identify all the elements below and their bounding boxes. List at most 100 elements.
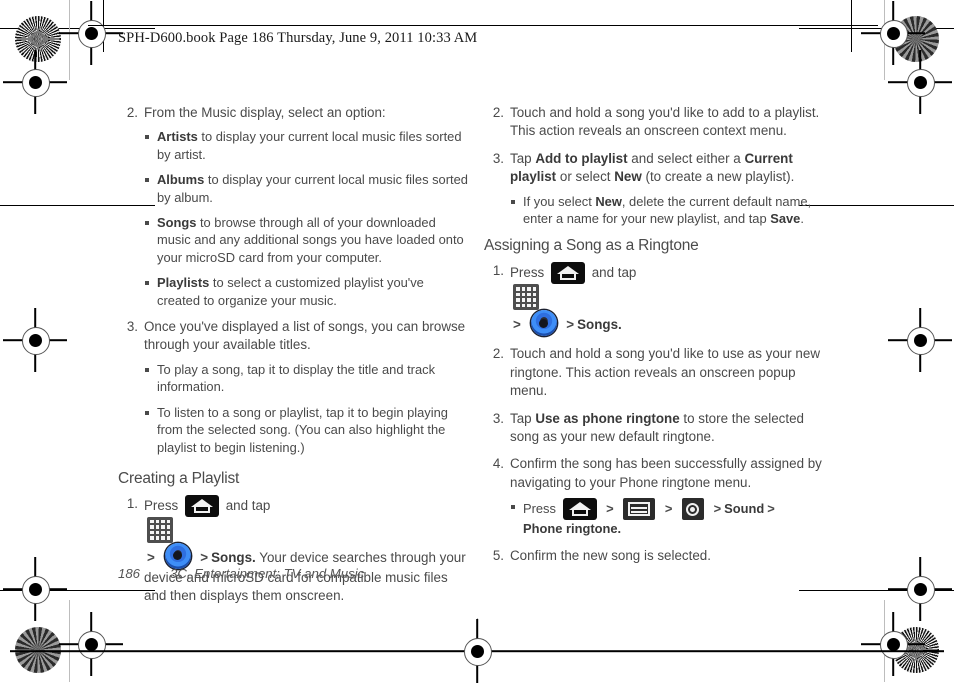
list-item: Songs to browse through all of your down… <box>144 214 470 266</box>
option-label-playlists: Playlists <box>157 275 210 291</box>
option-label-artists: Artists <box>157 129 198 145</box>
list-item: 4. Confirm the song has been successfull… <box>484 455 836 537</box>
left-step-list: 2. From the Music display, select an opt… <box>118 104 470 456</box>
apps-grid-icon <box>513 284 539 311</box>
registration-mark-top-left-inner <box>59 1 123 65</box>
step-number: 2. <box>492 105 504 120</box>
press-label: Press <box>144 497 179 513</box>
menu-label-sound: Sound <box>724 501 765 517</box>
step-text: Confirm the song has been successfully a… <box>510 456 822 490</box>
settings-icon <box>681 498 704 521</box>
step-number: 3. <box>492 410 504 426</box>
step-number: 1. <box>126 495 138 511</box>
left-column: 2. From the Music display, select an opt… <box>118 104 470 615</box>
list-item: 2. Touch and hold a song you'd like to a… <box>484 104 836 141</box>
registration-mark-bottom-right-inner <box>861 612 925 676</box>
menu-label-phone-ringtone: Phone ringtone. <box>523 521 622 537</box>
step-text: (to create a new playlist). <box>641 169 795 185</box>
step-number: 5. <box>492 547 504 563</box>
list-item: 3. Once you've displayed a list of songs… <box>118 318 470 456</box>
list-item: 2. From the Music display, select an opt… <box>118 104 470 309</box>
menu-label-save: Save <box>770 211 801 227</box>
list-item: 3. Tap Add to playlist and select either… <box>484 150 836 228</box>
list-item: To play a song, tap it to display the ti… <box>144 361 470 396</box>
registration-mark-bottom-right-outer <box>888 557 952 621</box>
step-text: and select either a <box>627 150 745 166</box>
tip-bullet-list: To play a song, tap it to display the ti… <box>144 361 470 456</box>
menu-label-songs: Songs. <box>211 549 256 565</box>
registration-mark-bottom-center <box>10 619 944 683</box>
apps-grid-icon <box>147 516 173 543</box>
step-text: Tap <box>510 150 536 166</box>
right-step-list: 2. Touch and hold a song you'd like to a… <box>484 104 836 227</box>
list-item: 1. Press and tap > > Songs. <box>484 262 836 337</box>
step-text: From the Music display, select an option… <box>144 105 386 120</box>
and-tap-label: and tap <box>225 497 271 513</box>
list-item: 3. Tap Use as phone ringtone to store th… <box>484 410 836 447</box>
step-number: 2. <box>492 346 504 362</box>
separator-icon: > <box>767 501 775 517</box>
and-tap-label: and tap <box>591 265 637 281</box>
star-target-top-left <box>15 16 61 62</box>
menu-label-new: New <box>614 169 642 185</box>
list-item: 5. Confirm the new song is selected. <box>484 547 836 565</box>
new-playlist-bullet-list: If you select New, delete the current de… <box>510 193 836 228</box>
list-item: 1. Press and tap > > Songs. Your device s… <box>118 494 470 606</box>
registration-mark-top-right-inner <box>861 1 925 65</box>
step-text: Once you've displayed a list of songs, y… <box>144 319 466 353</box>
separator-icon: > <box>566 317 575 333</box>
registration-mark-mid-right <box>888 308 952 372</box>
registration-mark-top-left-outer <box>3 50 67 114</box>
separator-icon: > <box>713 501 722 517</box>
separator-icon: > <box>200 549 209 565</box>
menu-label-songs: Songs. <box>577 317 622 333</box>
footer-chapter-title: 3C. Entertainment: TV and Music <box>170 566 365 581</box>
step-number: 3. <box>492 150 504 166</box>
separator-icon: > <box>606 501 614 517</box>
list-item: Albums to display your current local mus… <box>144 171 470 206</box>
footer-page-number: 186 <box>118 566 141 581</box>
registration-mark-bottom-left-outer <box>3 557 67 621</box>
step-text: or select <box>556 169 615 185</box>
separator-icon: > <box>513 317 521 333</box>
option-description: to display your current local music file… <box>157 172 468 205</box>
step-text: Tap <box>510 410 536 426</box>
option-description: to browse through all of your downloaded… <box>157 215 464 265</box>
step-text: Confirm the new song is selected. <box>510 547 711 563</box>
list-item: To listen to a song or playlist, tap it … <box>144 404 470 456</box>
registration-mark-mid-left <box>3 308 67 372</box>
section-heading-assigning-ringtone: Assigning a Song as a Ringtone <box>484 237 699 255</box>
header-rule <box>88 25 878 27</box>
creating-playlist-step-list: 1. Press and tap > > Songs. Your device s… <box>118 494 470 606</box>
option-bullet-list: Artists to display your current local mu… <box>144 128 470 309</box>
ringtone-path-bullet-list: Press > > > Sound > Phone ringtone. <box>510 498 836 537</box>
home-icon <box>184 494 219 517</box>
option-description: to display your current local music file… <box>157 129 462 162</box>
tip-text: . <box>800 211 804 227</box>
list-item: 2. Touch and hold a song you'd like to u… <box>484 345 836 400</box>
separator-icon: > <box>147 549 155 565</box>
registration-mark-top-right-outer <box>888 50 952 114</box>
list-item: Press > > > Sound > Phone ringtone. <box>510 498 836 537</box>
music-player-icon <box>530 310 557 337</box>
ringtone-step-list: 1. Press and tap > > Songs. 2. Touch and … <box>484 262 836 565</box>
step-number: 3. <box>126 319 138 335</box>
page-footer: 186 3C. Entertainment: TV and Music <box>118 566 364 581</box>
tip-text: If you select <box>523 193 596 209</box>
step-text: Touch and hold a song you'd like to add … <box>510 105 820 139</box>
step-number: 2. <box>126 105 138 120</box>
option-label-albums: Albums <box>157 172 205 188</box>
press-label: Press <box>510 265 545 281</box>
list-item: If you select New, delete the current de… <box>510 193 836 228</box>
header-metadata: SPH-D600.book Page 186 Thursday, June 9,… <box>118 30 478 46</box>
menu-label-use-as-phone-ringtone: Use as phone ringtone <box>535 410 680 426</box>
press-label: Press <box>523 501 556 517</box>
list-item: Artists to display your current local mu… <box>144 128 470 163</box>
step-text: Touch and hold a song you'd like to use … <box>510 346 820 399</box>
section-heading-creating-playlist: Creating a Playlist <box>118 469 240 487</box>
home-icon <box>550 262 585 285</box>
home-icon <box>562 498 597 521</box>
registration-mark-bottom-left-inner <box>59 612 123 676</box>
menu-label-new: New <box>595 193 622 209</box>
separator-icon: > <box>664 501 673 517</box>
